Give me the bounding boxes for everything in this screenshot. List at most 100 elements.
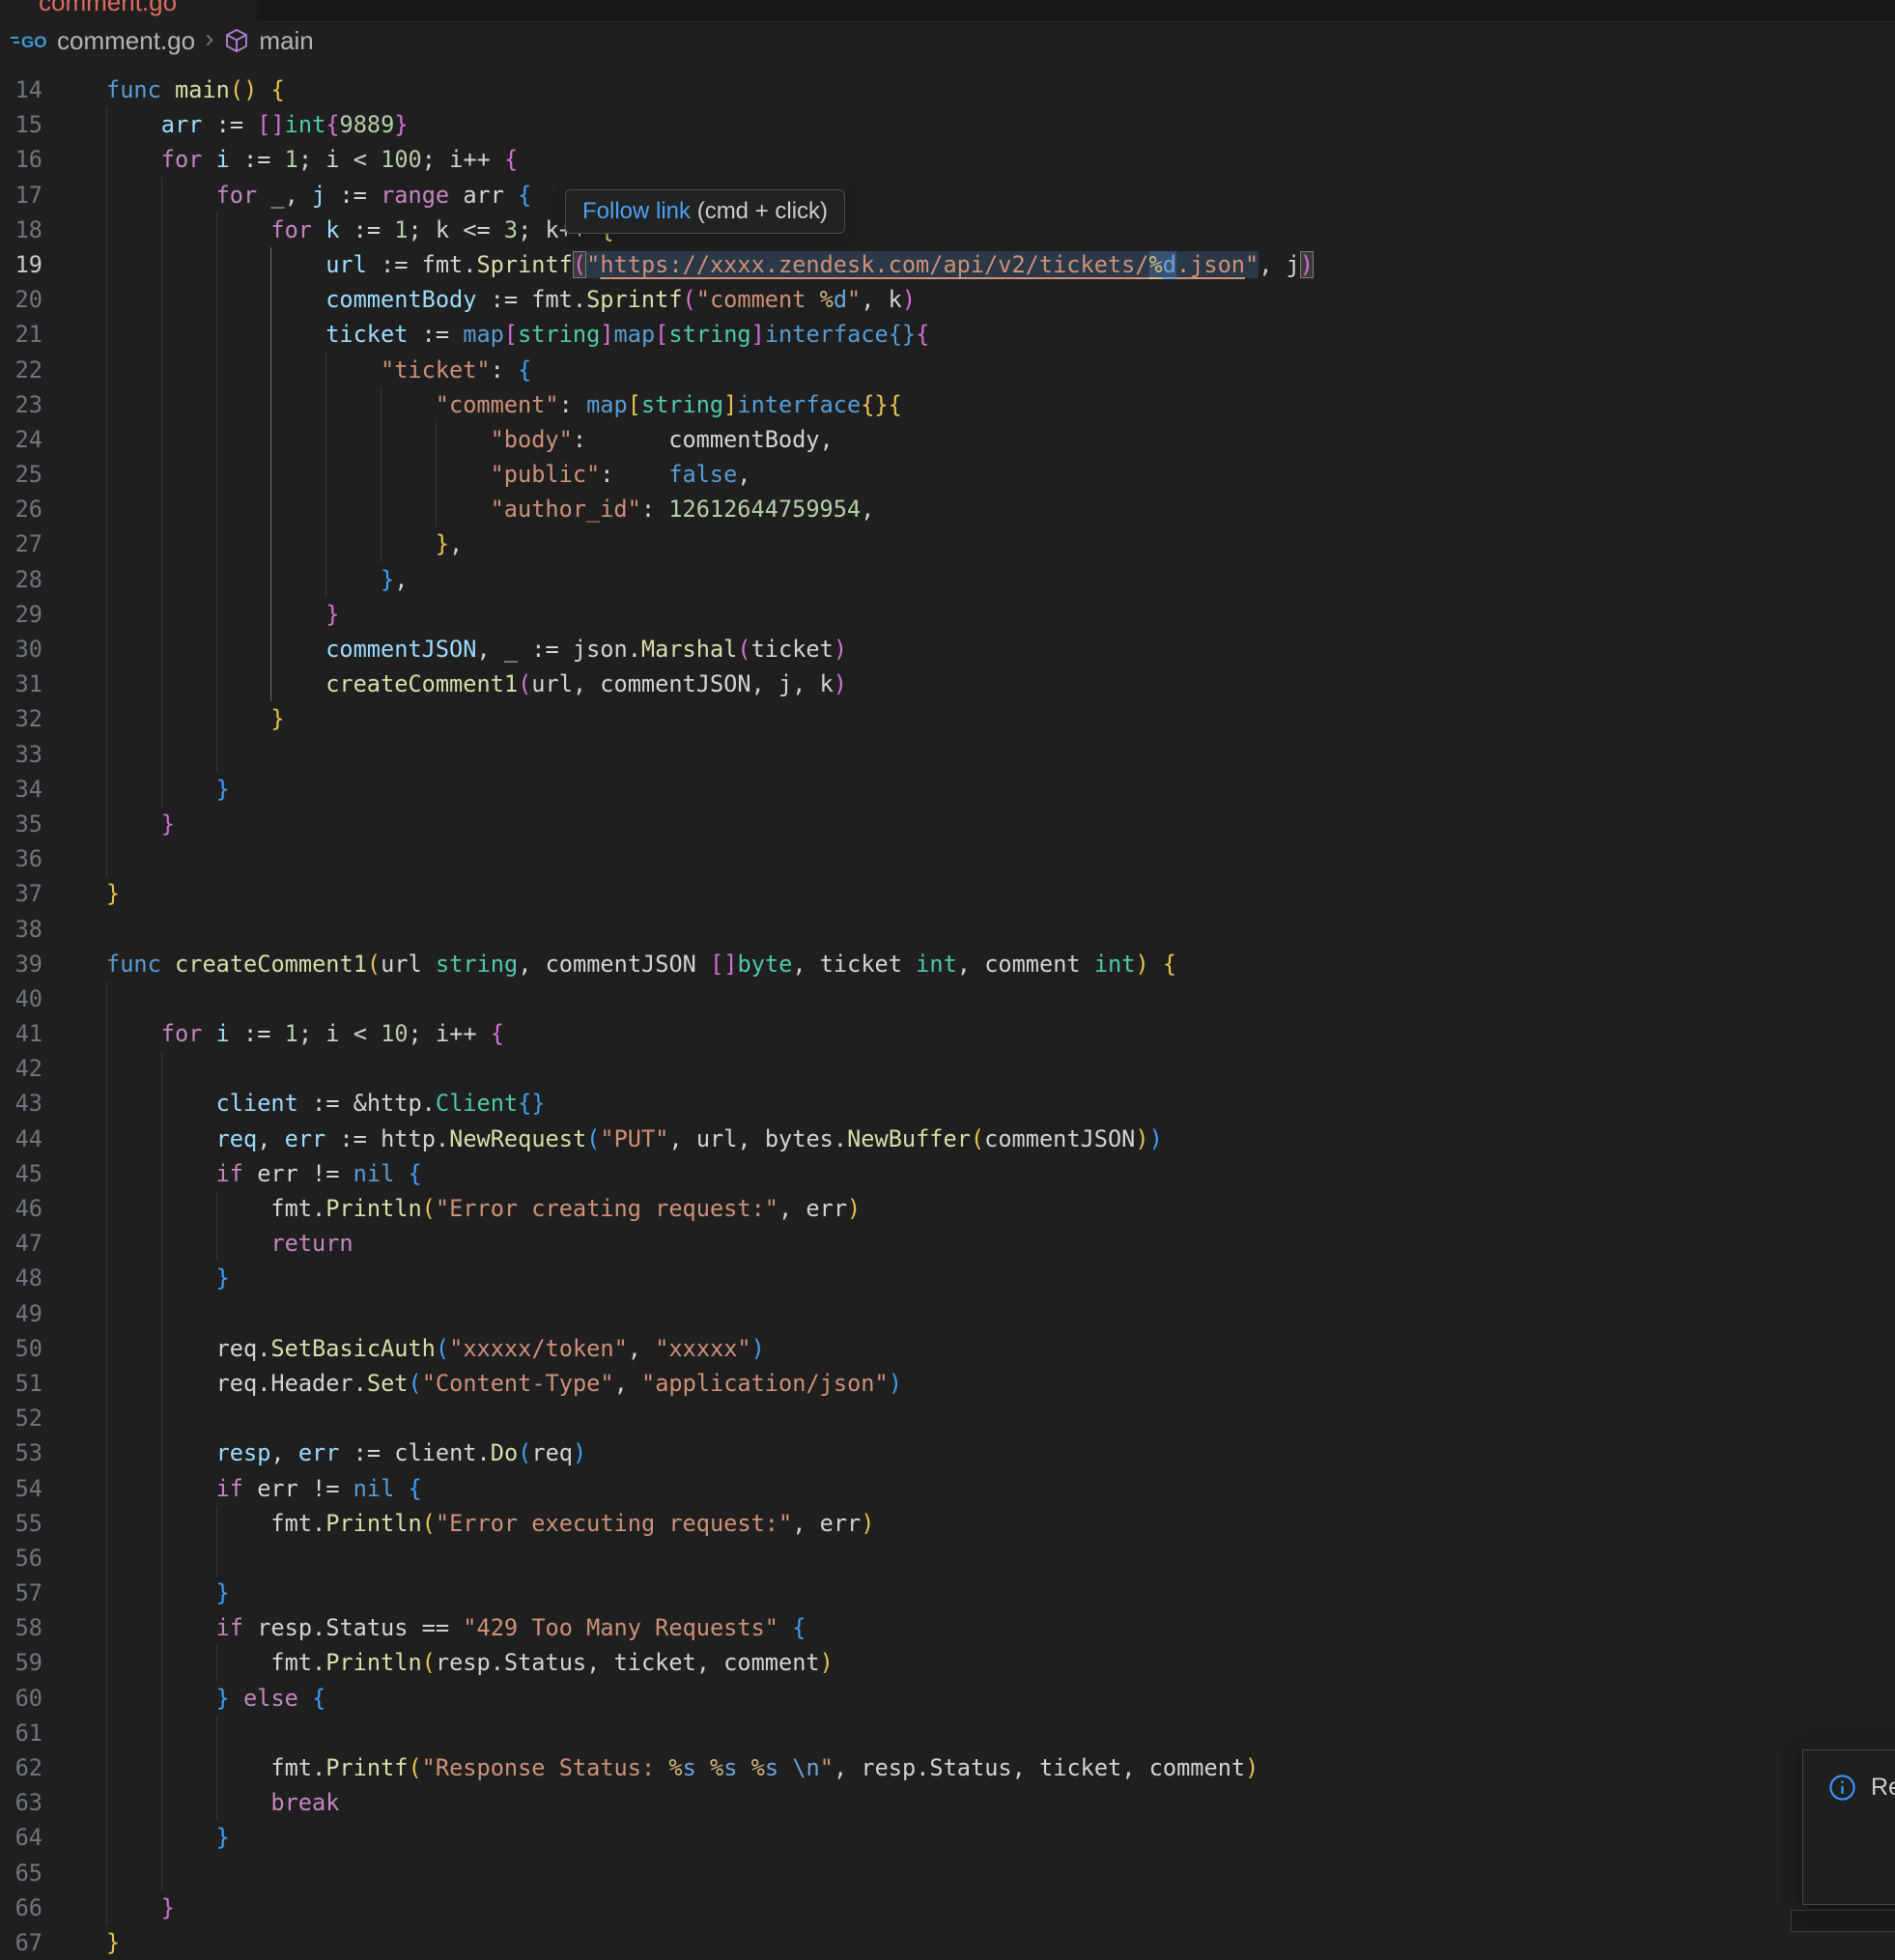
code-line[interactable]: 65 [0, 1856, 1895, 1890]
line-number[interactable]: 18 [0, 213, 42, 247]
code-line[interactable]: 47return [0, 1226, 1895, 1261]
code-line[interactable]: 37} [0, 876, 1895, 911]
tab-comment-go[interactable]: comment.go [0, 0, 258, 22]
code-line[interactable]: 55fmt.Println("Error executing request:"… [0, 1506, 1895, 1541]
line-number[interactable]: 45 [0, 1156, 42, 1191]
code-line[interactable]: 50req.SetBasicAuth("xxxxx/token", "xxxxx… [0, 1331, 1895, 1366]
code-line[interactable]: 22"ticket": { [0, 353, 1895, 387]
line-number[interactable]: 63 [0, 1785, 42, 1820]
code-line[interactable]: 42 [0, 1051, 1895, 1086]
line-number[interactable]: 33 [0, 737, 42, 772]
line-number[interactable]: 38 [0, 912, 42, 947]
line-number[interactable]: 17 [0, 178, 42, 213]
code-line[interactable]: 49 [0, 1296, 1895, 1331]
line-number[interactable]: 64 [0, 1820, 42, 1855]
code-line[interactable]: 17for _, j := range arr { [0, 178, 1895, 213]
code-line[interactable]: 18for k := 1; k <= 3; k++ { [0, 213, 1895, 247]
line-number[interactable]: 48 [0, 1261, 42, 1295]
code-line[interactable]: 57} [0, 1576, 1895, 1610]
line-number[interactable]: 47 [0, 1226, 42, 1261]
line-number[interactable]: 41 [0, 1016, 42, 1051]
line-number[interactable]: 50 [0, 1331, 42, 1366]
code-line[interactable]: 44req, err := http.NewRequest("PUT", url… [0, 1122, 1895, 1156]
line-number[interactable]: 15 [0, 107, 42, 142]
code-line[interactable]: 24"body": commentBody, [0, 422, 1895, 457]
code-line[interactable]: 31createComment1(url, commentJSON, j, k) [0, 667, 1895, 701]
notification-toast[interactable]: Res [1802, 1749, 1895, 1905]
line-number[interactable]: 37 [0, 876, 42, 911]
code-line[interactable]: 14func main() { [0, 72, 1895, 107]
notification-toast-secondary[interactable] [1791, 1910, 1895, 1932]
code-line[interactable]: 28}, [0, 562, 1895, 597]
line-number[interactable]: 20 [0, 282, 42, 317]
code-line[interactable]: 45if err != nil { [0, 1156, 1895, 1191]
code-line[interactable]: 53resp, err := client.Do(req) [0, 1435, 1895, 1470]
line-number[interactable]: 25 [0, 457, 42, 492]
line-number[interactable]: 19 [0, 247, 42, 282]
code-line[interactable]: 32} [0, 701, 1895, 736]
code-line[interactable]: 36 [0, 841, 1895, 876]
line-number[interactable]: 30 [0, 632, 42, 667]
line-number[interactable]: 27 [0, 526, 42, 561]
code-line[interactable]: 48} [0, 1261, 1895, 1295]
code-line[interactable]: 66} [0, 1890, 1895, 1925]
code-line[interactable]: 27}, [0, 526, 1895, 561]
code-line[interactable]: 60} else { [0, 1681, 1895, 1716]
code-line[interactable]: 58if resp.Status == "429 Too Many Reques… [0, 1610, 1895, 1645]
code-line[interactable]: 64} [0, 1820, 1895, 1855]
follow-link-text[interactable]: Follow link [582, 198, 691, 224]
code-line[interactable]: 61 [0, 1716, 1895, 1750]
code-line[interactable]: 62fmt.Printf("Response Status: %s %s %s … [0, 1750, 1895, 1785]
line-number[interactable]: 60 [0, 1681, 42, 1716]
code-line[interactable]: 29} [0, 597, 1895, 632]
code-line[interactable]: 59fmt.Println(resp.Status, ticket, comme… [0, 1645, 1895, 1680]
line-number[interactable]: 26 [0, 492, 42, 526]
code-line[interactable]: 30commentJSON, _ := json.Marshal(ticket) [0, 632, 1895, 667]
line-number[interactable]: 65 [0, 1856, 42, 1890]
line-number[interactable]: 28 [0, 562, 42, 597]
line-number[interactable]: 40 [0, 981, 42, 1016]
code-line[interactable]: 16for i := 1; i < 100; i++ { [0, 142, 1895, 177]
line-number[interactable]: 44 [0, 1122, 42, 1156]
line-number[interactable]: 67 [0, 1925, 42, 1960]
line-number[interactable]: 14 [0, 72, 42, 107]
code-line[interactable]: 40 [0, 981, 1895, 1016]
line-number[interactable]: 42 [0, 1051, 42, 1086]
line-number[interactable]: 51 [0, 1366, 42, 1401]
breadcrumb-file[interactable]: GO comment.go [10, 26, 195, 56]
code-line[interactable]: 19url := fmt.Sprintf("https://xxxx.zende… [0, 247, 1895, 282]
code-line[interactable]: 54if err != nil { [0, 1471, 1895, 1506]
line-number[interactable]: 58 [0, 1610, 42, 1645]
line-number[interactable]: 23 [0, 387, 42, 422]
code-line[interactable]: 15arr := []int{9889} [0, 107, 1895, 142]
code-line[interactable]: 39func createComment1(url string, commen… [0, 947, 1895, 981]
code-line[interactable]: 26"author_id": 12612644759954, [0, 492, 1895, 526]
line-number[interactable]: 34 [0, 772, 42, 807]
line-number[interactable]: 16 [0, 142, 42, 177]
line-number[interactable]: 54 [0, 1471, 42, 1506]
line-number[interactable]: 62 [0, 1750, 42, 1785]
line-number[interactable]: 49 [0, 1296, 42, 1331]
code-line[interactable]: 52 [0, 1401, 1895, 1435]
line-number[interactable]: 55 [0, 1506, 42, 1541]
code-line[interactable]: 20commentBody := fmt.Sprintf("comment %d… [0, 282, 1895, 317]
line-number[interactable]: 46 [0, 1191, 42, 1226]
line-number[interactable]: 39 [0, 947, 42, 981]
code-line[interactable]: 23"comment": map[string]interface{}{ [0, 387, 1895, 422]
code-line[interactable]: 43client := &http.Client{} [0, 1086, 1895, 1121]
code-line[interactable]: 21ticket := map[string]map[string]interf… [0, 317, 1895, 352]
code-line[interactable]: 56 [0, 1541, 1895, 1576]
code-line[interactable]: 63break [0, 1785, 1895, 1820]
code-line[interactable]: 46fmt.Println("Error creating request:",… [0, 1191, 1895, 1226]
line-number[interactable]: 35 [0, 807, 42, 841]
code-line[interactable]: 38 [0, 912, 1895, 947]
line-number[interactable]: 61 [0, 1716, 42, 1750]
line-number[interactable]: 43 [0, 1086, 42, 1121]
line-number[interactable]: 57 [0, 1576, 42, 1610]
code-line[interactable]: 35} [0, 807, 1895, 841]
code-line[interactable]: 25"public": false, [0, 457, 1895, 492]
line-number[interactable]: 56 [0, 1541, 42, 1576]
code-line[interactable]: 41for i := 1; i < 10; i++ { [0, 1016, 1895, 1051]
code-editor[interactable]: 14func main() {15arr := []int{9889}16for… [0, 59, 1895, 1932]
code-line[interactable]: 33 [0, 737, 1895, 772]
